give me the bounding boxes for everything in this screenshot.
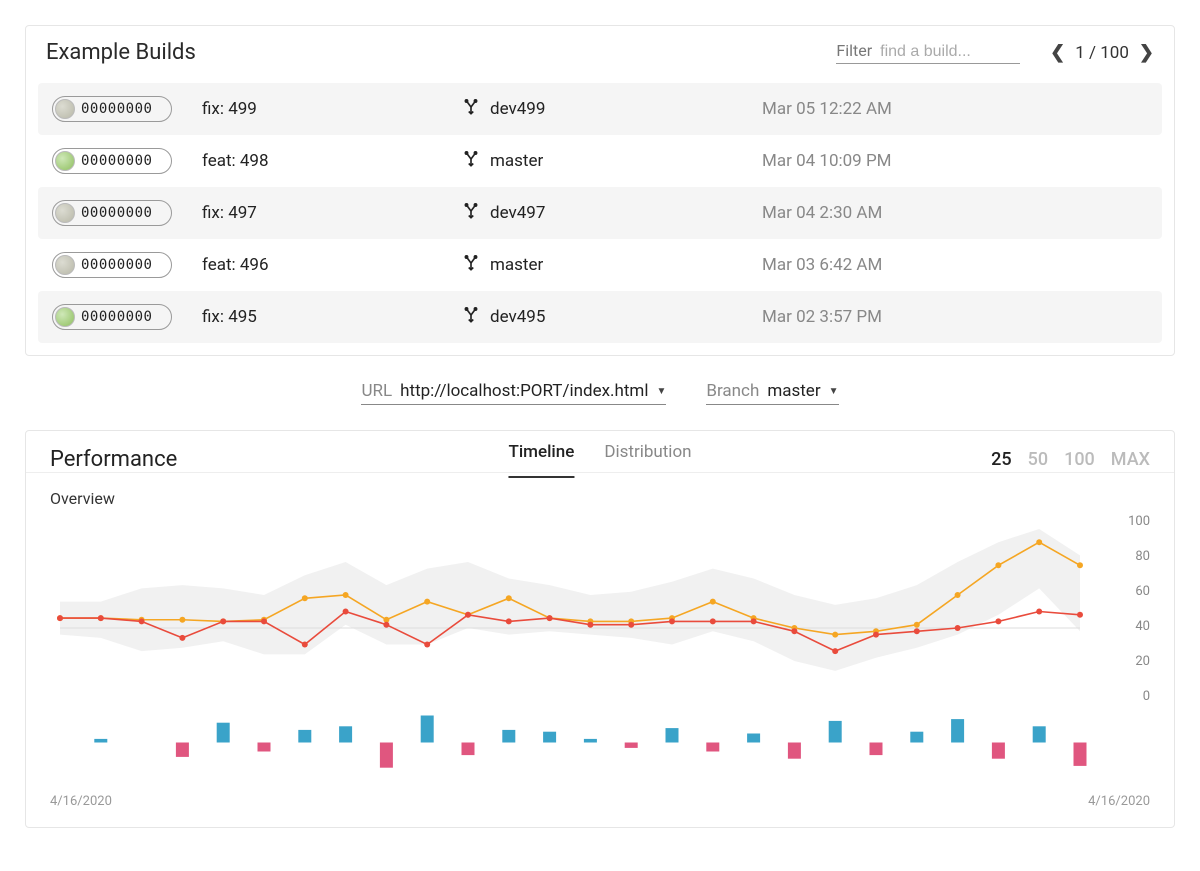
- commit-hash: 00000000: [81, 205, 152, 221]
- count-option[interactable]: MAX: [1111, 449, 1150, 470]
- commit-message: feat: 496: [202, 255, 462, 275]
- build-time: Mar 04 2:30 AM: [762, 203, 1148, 223]
- filter-input[interactable]: [880, 43, 1020, 61]
- dropdown-icon: ▼: [656, 386, 666, 397]
- tab-distribution[interactable]: Distribution: [604, 442, 691, 478]
- y-axis-ticks: 100806040200: [1090, 514, 1150, 704]
- build-time: Mar 03 6:42 AM: [762, 255, 1148, 275]
- commit-hash: 00000000: [81, 101, 152, 117]
- tab-timeline[interactable]: Timeline: [508, 442, 574, 478]
- branch-cell: dev497: [462, 202, 762, 225]
- branch-icon: [462, 202, 480, 225]
- build-time: Mar 04 10:09 PM: [762, 151, 1148, 171]
- commit-hash-chip[interactable]: 00000000: [52, 200, 172, 226]
- filter-label: Filter: [836, 41, 872, 60]
- branch-cell: dev495: [462, 306, 762, 329]
- branch-icon: [462, 98, 480, 121]
- x-start-label: 4/16/2020: [50, 794, 112, 809]
- commit-hash: 00000000: [81, 309, 152, 325]
- count-option[interactable]: 50: [1028, 449, 1048, 470]
- branch-icon: [462, 254, 480, 277]
- commit-hash-chip[interactable]: 00000000: [52, 304, 172, 330]
- branch-selector[interactable]: Branch master ▼: [706, 381, 838, 405]
- builds-title: Example Builds: [46, 40, 196, 65]
- filter-input-wrap[interactable]: Filter: [836, 41, 1020, 64]
- pager-text: 1 / 100: [1075, 43, 1129, 63]
- avatar-icon: [55, 99, 75, 119]
- commit-message: feat: 498: [202, 151, 462, 171]
- build-row[interactable]: 00000000 feat: 496 master Mar 03 6:42 AM: [38, 239, 1162, 291]
- x-end-label: 4/16/2020: [1088, 794, 1150, 809]
- commit-hash-chip[interactable]: 00000000: [52, 252, 172, 278]
- delta-bar-chart: [50, 704, 1090, 774]
- performance-title: Performance: [50, 447, 177, 472]
- count-option[interactable]: 25: [991, 449, 1011, 470]
- pager-prev-icon[interactable]: ❮: [1050, 42, 1065, 63]
- build-row[interactable]: 00000000 fix: 495 dev495 Mar 02 3:57 PM: [38, 291, 1162, 343]
- branch-cell: dev499: [462, 98, 762, 121]
- count-selector: 25 50 100 MAX: [991, 449, 1150, 470]
- pager: ❮ 1 / 100 ❯: [1050, 42, 1154, 63]
- build-row[interactable]: 00000000 fix: 497 dev497 Mar 04 2:30 AM: [38, 187, 1162, 239]
- branch-icon: [462, 150, 480, 173]
- avatar-icon: [55, 307, 75, 327]
- commit-hash-chip[interactable]: 00000000: [52, 148, 172, 174]
- build-row[interactable]: 00000000 feat: 498 master Mar 04 10:09 PM: [38, 135, 1162, 187]
- branch-name: master: [490, 151, 543, 171]
- perf-tabs: Timeline Distribution: [508, 442, 691, 478]
- branch-cell: master: [462, 150, 762, 173]
- build-time: Mar 02 3:57 PM: [762, 307, 1148, 327]
- dropdown-icon: ▼: [829, 386, 839, 397]
- mid-selectors: URL http://localhost:PORT/index.html ▼ B…: [0, 381, 1200, 405]
- branch-name: dev497: [490, 203, 545, 223]
- branch-cell: master: [462, 254, 762, 277]
- commit-hash: 00000000: [81, 257, 152, 273]
- branch-name: dev495: [490, 307, 545, 327]
- builds-card: Example Builds Filter ❮ 1 / 100 ❯ 000000…: [25, 25, 1175, 356]
- commit-hash: 00000000: [81, 153, 152, 169]
- avatar-icon: [55, 255, 75, 275]
- overview-line-chart: [50, 514, 1090, 704]
- build-row[interactable]: 00000000 fix: 499 dev499 Mar 05 12:22 AM: [38, 83, 1162, 135]
- commit-message: fix: 497: [202, 203, 462, 223]
- branch-icon: [462, 306, 480, 329]
- commit-message: fix: 499: [202, 99, 462, 119]
- url-selector[interactable]: URL http://localhost:PORT/index.html ▼: [361, 381, 666, 405]
- overview-label: Overview: [26, 473, 1174, 514]
- avatar-icon: [55, 151, 75, 171]
- commit-message: fix: 495: [202, 307, 462, 327]
- commit-hash-chip[interactable]: 00000000: [52, 96, 172, 122]
- build-time: Mar 05 12:22 AM: [762, 99, 1148, 119]
- build-rows: 00000000fix: 499dev499Mar 05 12:22 AM000…: [26, 83, 1174, 355]
- performance-card: Performance Timeline Distribution 25 50 10…: [25, 430, 1175, 828]
- branch-name: dev499: [490, 99, 545, 119]
- pager-next-icon[interactable]: ❯: [1139, 42, 1154, 63]
- chart-area: 100806040200: [26, 514, 1174, 782]
- count-option[interactable]: 100: [1064, 449, 1095, 470]
- branch-name: master: [490, 255, 543, 275]
- avatar-icon: [55, 203, 75, 223]
